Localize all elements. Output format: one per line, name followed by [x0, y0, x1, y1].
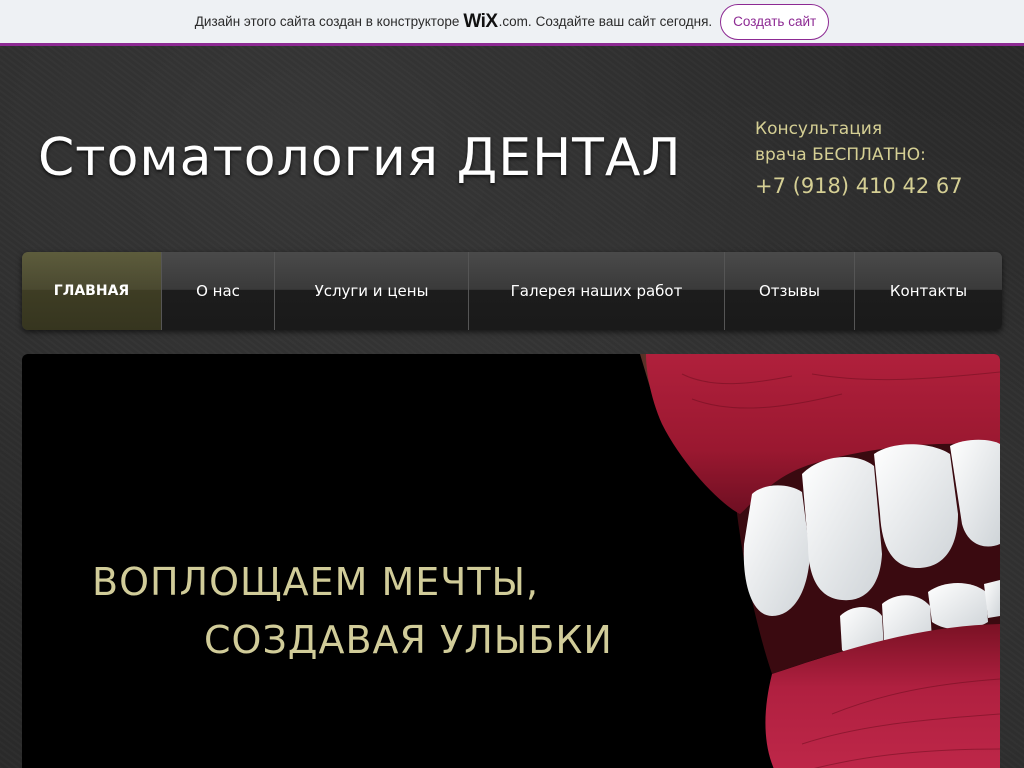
consultation-block: Консультация врача БЕСПЛАТНО: +7 (918) 4…: [755, 116, 1005, 202]
hero-headline-line2: СОЗДАВАЯ УЛЫБКИ: [204, 618, 613, 662]
smile-photo-image: [640, 354, 1000, 768]
wix-promo-text-after: Создайте ваш сайт сегодня.: [535, 14, 713, 29]
hero-slide: ВОПЛОЩАЕМ МЕЧТЫ, СОЗДАВАЯ УЛЫБКИ: [22, 354, 1000, 768]
site-title[interactable]: Стоматология ДЕНТАЛ: [38, 128, 682, 188]
wix-logo[interactable]: WiX: [463, 11, 498, 33]
nav-item-gallery[interactable]: Галерея наших работ: [469, 252, 725, 330]
wix-logo-suffix: .com.: [498, 14, 532, 29]
wix-promo-text: Дизайн этого сайта создан в конструкторе…: [195, 11, 712, 33]
nav-item-contacts[interactable]: Контакты: [855, 252, 1002, 330]
create-site-button[interactable]: Создать сайт: [720, 3, 830, 40]
wix-promo-banner: Дизайн этого сайта создан в конструкторе…: [0, 0, 1024, 46]
consultation-label-line1: Консультация: [755, 119, 883, 139]
wix-promo-text-before: Дизайн этого сайта создан в конструкторе: [194, 14, 460, 29]
nav-item-reviews[interactable]: Отзывы: [725, 252, 855, 330]
hero-headline-line1: ВОПЛОЩАЕМ МЕЧТЫ,: [92, 560, 540, 604]
consultation-label-line2: врача БЕСПЛАТНО:: [755, 145, 926, 165]
nav-item-home[interactable]: ГЛАВНАЯ: [22, 252, 162, 330]
phone-number[interactable]: +7 (918) 410 42 67: [755, 170, 1005, 202]
main-navigation: ГЛАВНАЯ О нас Услуги и цены Галерея наши…: [22, 252, 1002, 330]
nav-item-services[interactable]: Услуги и цены: [275, 252, 469, 330]
nav-item-about[interactable]: О нас: [162, 252, 275, 330]
